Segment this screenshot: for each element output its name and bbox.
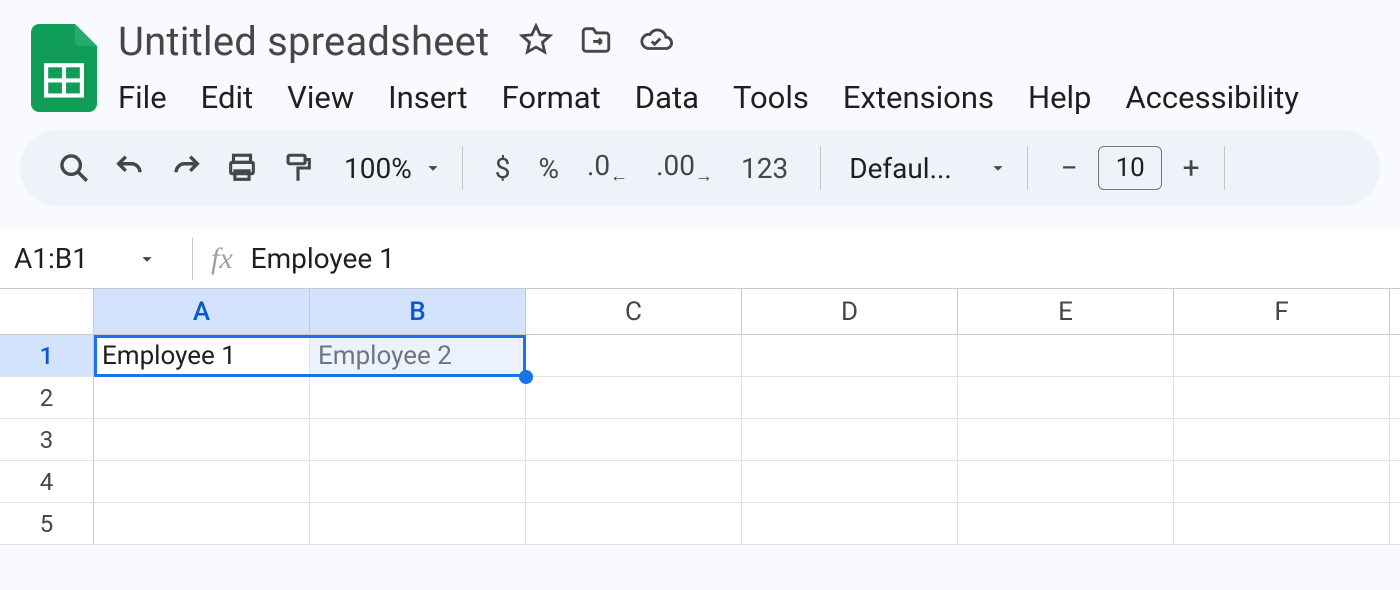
cell-F1[interactable] [1174, 335, 1390, 376]
sheets-logo[interactable] [28, 24, 100, 112]
column-header-A[interactable]: A [94, 289, 310, 334]
menu-help[interactable]: Help [1028, 79, 1092, 116]
cell-F5[interactable] [1174, 503, 1390, 544]
decrease-decimal-button[interactable]: .0← [587, 149, 628, 187]
row-header-2[interactable]: 2 [0, 377, 94, 418]
zoom-value: 100% [344, 152, 412, 185]
cell-B2[interactable] [310, 377, 526, 418]
cell-B1[interactable]: Employee 2 [310, 335, 526, 376]
font-size-increase-button[interactable]: + [1176, 151, 1206, 186]
cell-C1[interactable] [526, 335, 742, 376]
cell-C5[interactable] [526, 503, 742, 544]
cell-E2[interactable] [958, 377, 1174, 418]
menubar: File Edit View Insert Format Data Tools … [118, 79, 1299, 116]
formula-input[interactable]: Employee 1 [251, 242, 395, 275]
row-header-3[interactable]: 3 [0, 419, 94, 460]
format-currency-button[interactable]: $ [495, 152, 511, 185]
cell-A4[interactable] [94, 461, 310, 502]
selection-drag-handle[interactable] [519, 370, 533, 384]
font-size-input[interactable]: 10 [1098, 146, 1162, 190]
row-header-4[interactable]: 4 [0, 461, 94, 502]
cell-B4[interactable] [310, 461, 526, 502]
print-icon[interactable] [218, 144, 266, 192]
cell-C4[interactable] [526, 461, 742, 502]
spreadsheet-grid[interactable]: A B C D E F 1 Employee 1 Employee 2 2 3 … [0, 288, 1400, 545]
menu-edit[interactable]: Edit [201, 79, 254, 116]
cell-A2[interactable] [94, 377, 310, 418]
chevron-down-icon [422, 157, 444, 179]
font-name: Defaul... [849, 152, 952, 185]
cell-D5[interactable] [742, 503, 958, 544]
font-select[interactable]: Defaul... [849, 152, 1009, 185]
menu-insert[interactable]: Insert [388, 79, 467, 116]
redo-icon[interactable] [162, 144, 210, 192]
cell-E5[interactable] [958, 503, 1174, 544]
zoom-select[interactable]: 100% [338, 152, 444, 185]
cell-D2[interactable] [742, 377, 958, 418]
column-header-F[interactable]: F [1174, 289, 1390, 334]
toolbar: 100% $ % .0← .00→ 123 Defaul... − 10 + [20, 130, 1380, 206]
menu-data[interactable]: Data [635, 79, 699, 116]
menu-view[interactable]: View [287, 79, 354, 116]
undo-icon[interactable] [106, 144, 154, 192]
column-header-D[interactable]: D [742, 289, 958, 334]
column-header-B[interactable]: B [310, 289, 526, 334]
cell-C3[interactable] [526, 419, 742, 460]
column-header-E[interactable]: E [958, 289, 1174, 334]
cell-C2[interactable] [526, 377, 742, 418]
cloud-status-icon[interactable] [639, 23, 673, 57]
chevron-down-icon [136, 248, 158, 270]
cell-A1[interactable]: Employee 1 [94, 335, 310, 376]
cell-B5[interactable] [310, 503, 526, 544]
increase-decimal-button[interactable]: .00→ [656, 149, 713, 187]
menu-extensions[interactable]: Extensions [843, 79, 994, 116]
cell-D3[interactable] [742, 419, 958, 460]
cell-D4[interactable] [742, 461, 958, 502]
cell-F2[interactable] [1174, 377, 1390, 418]
cell-E4[interactable] [958, 461, 1174, 502]
cell-F4[interactable] [1174, 461, 1390, 502]
cell-E3[interactable] [958, 419, 1174, 460]
fx-icon: fx [211, 242, 233, 276]
menu-format[interactable]: Format [502, 79, 601, 116]
cell-E1[interactable] [958, 335, 1174, 376]
menu-file[interactable]: File [118, 79, 167, 116]
column-header-C[interactable]: C [526, 289, 742, 334]
select-all-corner[interactable] [0, 289, 94, 334]
more-formats-button[interactable]: 123 [741, 152, 788, 185]
star-icon[interactable] [519, 23, 553, 57]
font-size-decrease-button[interactable]: − [1054, 151, 1084, 186]
cell-B3[interactable] [310, 419, 526, 460]
document-title[interactable]: Untitled spreadsheet [118, 14, 489, 65]
cell-A3[interactable] [94, 419, 310, 460]
chevron-down-icon [987, 157, 1009, 179]
paint-format-icon[interactable] [274, 144, 322, 192]
menu-tools[interactable]: Tools [733, 79, 809, 116]
format-percent-button[interactable]: % [538, 152, 559, 185]
formula-bar: A1:B1 fx Employee 1 [0, 228, 1400, 288]
name-box[interactable]: A1:B1 [14, 242, 174, 275]
cell-D1[interactable] [742, 335, 958, 376]
move-icon[interactable] [579, 23, 613, 57]
menu-accessibility[interactable]: Accessibility [1125, 79, 1298, 116]
row-header-1[interactable]: 1 [0, 335, 94, 376]
cell-F3[interactable] [1174, 419, 1390, 460]
search-icon[interactable] [50, 144, 98, 192]
cell-A5[interactable] [94, 503, 310, 544]
row-header-5[interactable]: 5 [0, 503, 94, 544]
